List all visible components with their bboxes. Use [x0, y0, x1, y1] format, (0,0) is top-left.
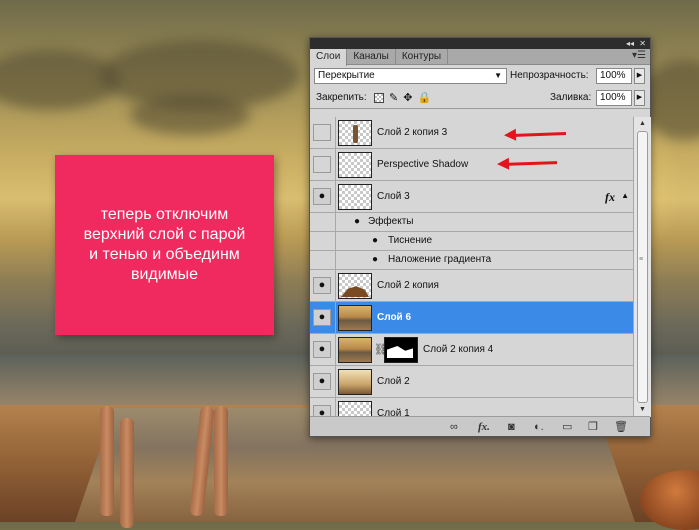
layer-row[interactable]: ● Слой 2 копия: [310, 270, 633, 302]
layer-name: Слой 6: [377, 312, 412, 323]
layer-row-selected[interactable]: ● Слой 6: [310, 302, 633, 334]
layer-row[interactable]: 👁 Perspective Shadow: [310, 149, 633, 181]
effects-row[interactable]: ● Эффекты: [310, 213, 633, 232]
lock-pixels-icon[interactable]: ✎: [389, 90, 398, 106]
eye-icon[interactable]: ●: [313, 188, 331, 205]
layer-thumbnail: [338, 152, 372, 178]
layer-thumbnail: [338, 184, 372, 210]
layer-thumbnail: [338, 369, 372, 395]
scroll-thumb[interactable]: [637, 131, 648, 403]
layer-name: Слой 2 копия: [377, 280, 439, 291]
opacity-label: Непрозрачность:: [510, 70, 589, 81]
mask-icon[interactable]: ◙: [508, 420, 515, 434]
lock-icons: ✎ ✥ 🔒: [374, 90, 431, 106]
tab-layers[interactable]: Слои: [310, 49, 348, 66]
opacity-input[interactable]: 100%: [596, 68, 632, 84]
scroll-down-icon[interactable]: ▼: [634, 403, 651, 417]
layer-thumbnail: [338, 273, 372, 299]
layer-thumbnail: [338, 120, 372, 146]
effect-row[interactable]: ● Тиснение: [310, 232, 633, 251]
effect-name: Наложение градиента: [388, 254, 492, 265]
lock-position-icon[interactable]: ✥: [403, 90, 412, 106]
legs: [120, 418, 134, 528]
layer-row[interactable]: ● ⛓ Слой 2 копия 4: [310, 334, 633, 366]
layer-row[interactable]: ● Слой 2: [310, 366, 633, 398]
collapse-arrow-icon[interactable]: ▲: [621, 191, 629, 200]
layer-name: Слой 2 копия 3: [377, 127, 448, 138]
fill-label: Заливка:: [550, 92, 592, 103]
lock-row: Закрепить: ✎ ✥ 🔒 Заливка: 100% ▶: [310, 87, 650, 109]
close-button[interactable]: ✕: [639, 38, 646, 49]
visibility-toggle[interactable]: 👁: [313, 124, 331, 141]
annotation-text: теперь отключим верхний слой с парой и т…: [83, 206, 246, 283]
fx-icon: fx: [605, 190, 615, 204]
panel-footer: ∞ fx. ◙ ◐. ▭ ❐ 🗑: [310, 416, 650, 436]
layer-name: Слой 3: [377, 191, 410, 202]
scroll-up-icon[interactable]: ▲: [634, 117, 651, 131]
group-icon[interactable]: ▭: [562, 420, 572, 434]
opacity-slider-button[interactable]: ▶: [634, 68, 645, 84]
blend-mode-value: Перекрытие: [318, 70, 375, 81]
layer-row[interactable]: ● Слой 1: [310, 398, 633, 417]
eye-icon[interactable]: ●: [313, 309, 331, 326]
grip-icon: ≡: [639, 256, 644, 263]
layer-name: Слой 2 копия 4: [423, 344, 494, 355]
layer-row[interactable]: ● Слой 3 fx ▲: [310, 181, 633, 213]
link-icon[interactable]: ∞: [450, 420, 458, 434]
tab-paths[interactable]: Контуры: [396, 49, 449, 64]
tab-channels[interactable]: Каналы: [347, 49, 396, 64]
layers-scrollbar[interactable]: ▲ ≡ ▼: [633, 117, 651, 417]
lock-all-icon[interactable]: 🔒: [417, 90, 431, 106]
effect-name: Тиснение: [388, 235, 433, 246]
new-layer-icon[interactable]: ❐: [588, 420, 598, 434]
fill-slider-button[interactable]: ▶: [634, 90, 645, 106]
blend-mode-select[interactable]: Перекрытие ▼: [314, 68, 507, 84]
trash-icon[interactable]: 🗑: [614, 420, 628, 434]
panel-tabs: Слои Каналы Контуры ▾☰: [310, 49, 650, 66]
layer-thumbnail: [338, 305, 372, 331]
layers-panel: ◂◂ ✕ Слои Каналы Контуры ▾☰ Перекрытие ▼…: [309, 37, 651, 437]
cloud: [130, 95, 250, 135]
lock-transparency-icon[interactable]: [374, 93, 384, 103]
chevron-down-icon: ▼: [494, 71, 502, 80]
adjustment-icon[interactable]: ◐.: [534, 420, 544, 434]
layer-mask-thumbnail[interactable]: [384, 337, 418, 363]
layer-name: Слой 2: [377, 376, 410, 387]
legs: [214, 406, 228, 516]
annotation-note: теперь отключим верхний слой с парой и т…: [55, 155, 274, 335]
effect-row[interactable]: ● Наложение градиента: [310, 251, 633, 270]
legs: [100, 406, 114, 516]
layers-list: 👁 Слой 2 копия 3 👁 Perspective Shadow ● …: [310, 117, 633, 417]
eye-icon[interactable]: ●: [372, 235, 378, 247]
layer-name: Perspective Shadow: [377, 159, 469, 170]
visibility-toggle[interactable]: 👁: [313, 156, 331, 173]
fill-input[interactable]: 100%: [596, 90, 632, 106]
lock-label: Закрепить:: [316, 92, 367, 103]
blend-row: Перекрытие ▼ Непрозрачность: 100% ▶: [310, 65, 650, 87]
effects-label: Эффекты: [368, 216, 414, 227]
fx-icon[interactable]: fx.: [478, 420, 490, 434]
eye-icon[interactable]: ●: [313, 373, 331, 390]
layer-row[interactable]: 👁 Слой 2 копия 3: [310, 117, 633, 149]
collapse-button[interactable]: ◂◂: [626, 38, 634, 49]
eye-icon[interactable]: ●: [313, 277, 331, 294]
layer-thumbnail: [338, 337, 372, 363]
layer-name: Слой 1: [377, 408, 410, 417]
layer-thumbnail: [338, 401, 372, 417]
eye-icon[interactable]: ●: [372, 254, 378, 266]
eye-icon[interactable]: ●: [313, 341, 331, 358]
panel-titlebar: ◂◂ ✕: [310, 38, 650, 49]
eye-icon[interactable]: ●: [354, 216, 360, 228]
panel-menu-icon[interactable]: ▾☰: [632, 50, 646, 61]
